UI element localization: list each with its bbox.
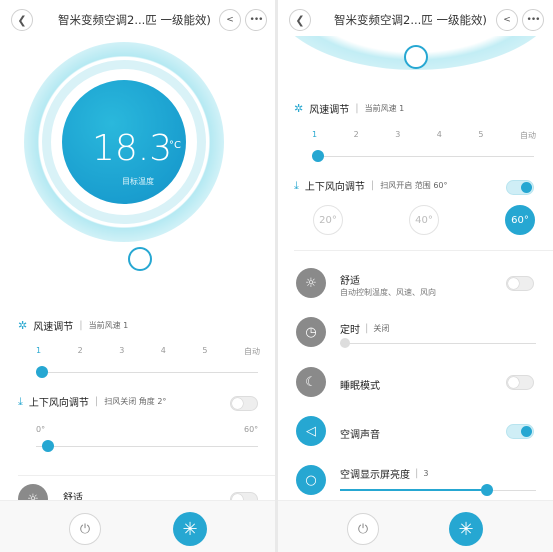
timer-label: 定时: [340, 325, 360, 336]
share-button[interactable]: <: [219, 9, 241, 31]
temperature-label: 目标温度: [122, 177, 154, 186]
fan-speed-track[interactable]: [312, 156, 534, 157]
fan-tick[interactable]: 2: [78, 346, 83, 357]
vane-title: 上下风向调节: [304, 182, 365, 193]
fan-icon: ✲: [294, 102, 304, 115]
page-title: 智米变频空调2...匹 一级能效): [58, 13, 211, 27]
vane-header: ⤓ 上下风向调节 | 扫风开启 范围 60°: [294, 178, 448, 194]
back-button[interactable]: ❮: [11, 9, 33, 31]
vane-angle-thumb[interactable]: [42, 440, 54, 452]
fan-tick[interactable]: 4: [161, 346, 166, 357]
vane-icon: ⤓: [18, 394, 23, 408]
fan-speed-header: ✲ 风速调节 | 当前风速 1: [294, 102, 405, 116]
fan-tick[interactable]: 1: [312, 130, 317, 141]
fan-tick[interactable]: 3: [119, 346, 124, 357]
fan-speed-subtitle: 当前风速 1: [364, 104, 405, 113]
fan-icon: ✲: [18, 319, 28, 332]
vane-icon: ⤓: [294, 178, 299, 192]
fan-tick[interactable]: 4: [437, 130, 442, 141]
timer-status: 关闭: [373, 324, 390, 333]
fan-tick[interactable]: 自动: [244, 346, 260, 357]
temperature-value: 18.3: [92, 128, 173, 169]
fan-speed-header: ✲ 风速调节 | 当前风速 1: [18, 319, 129, 333]
snowflake-icon: ✳: [182, 518, 198, 540]
fan-tick[interactable]: 2: [354, 130, 359, 141]
vane-subtitle: 扫风开启 范围 60°: [380, 181, 448, 190]
fan-tick[interactable]: 3: [395, 130, 400, 141]
sound-toggle[interactable]: [506, 424, 534, 439]
comfort-description: 自动控制温度、风速、风向: [340, 288, 436, 297]
bottom-bar: ⏻ ✳: [0, 500, 275, 552]
fan-speed-thumb[interactable]: [36, 366, 48, 378]
vane-subtitle: 扫风关闭 角度 2°: [104, 397, 167, 406]
power-icon: ⏻: [79, 521, 91, 537]
more-button[interactable]: •••: [522, 9, 544, 31]
angle-option-40[interactable]: 40°: [409, 205, 439, 235]
fan-tick[interactable]: 自动: [520, 130, 536, 141]
brightness-value: 3: [423, 469, 429, 478]
brightness-header: 空调显示屏亮度 | 3: [340, 468, 429, 481]
fan-speed-subtitle: 当前风速 1: [88, 321, 129, 330]
fan-speed-thumb[interactable]: [312, 150, 324, 162]
vane-min-label: 0°: [36, 425, 46, 434]
clock-icon: ◷: [296, 317, 326, 347]
cool-mode-button[interactable]: ✳: [173, 512, 207, 546]
temperature-unit: °C: [169, 140, 181, 151]
back-arrow-icon: ❮: [17, 13, 27, 27]
more-button[interactable]: •••: [245, 9, 267, 31]
sleep-mode-toggle[interactable]: [506, 375, 534, 390]
brightness-icon: ○: [296, 465, 326, 495]
power-icon: ⏻: [357, 521, 369, 537]
divider: [18, 475, 275, 476]
bottom-bar: ⏻ ✳: [278, 500, 553, 552]
fan-speed-title: 风速调节: [309, 105, 350, 116]
share-button[interactable]: <: [496, 9, 518, 31]
angle-option-60[interactable]: 60°: [505, 205, 535, 235]
fan-tick[interactable]: 5: [478, 130, 483, 141]
brightness-thumb[interactable]: [481, 484, 493, 496]
vane-max-label: 60°: [244, 425, 259, 434]
brightness-label: 空调显示屏亮度: [340, 470, 410, 481]
fan-speed-title: 风速调节: [33, 322, 74, 333]
power-button[interactable]: ⏻: [347, 513, 379, 545]
fan-tick[interactable]: 5: [202, 346, 207, 357]
vane-header: ⤓ 上下风向调节 | 扫风关闭 角度 2°: [18, 394, 167, 410]
moon-icon: ☾: [296, 367, 326, 397]
fan-tick[interactable]: 1: [36, 346, 41, 357]
fan-speed-ticks: 1 2 3 4 5 自动: [312, 130, 536, 141]
comfort-label: 舒适: [340, 276, 360, 287]
speaker-icon: ◁: [296, 416, 326, 446]
page-title: 智米变频空调2...匹 一级能效): [334, 13, 487, 27]
snowflake-icon: ✳: [458, 518, 474, 540]
swing-toggle[interactable]: [506, 180, 534, 195]
comfort-toggle[interactable]: [506, 276, 534, 291]
share-icon: <: [503, 15, 511, 25]
timer-thumb[interactable]: [340, 338, 350, 348]
swing-toggle[interactable]: [230, 396, 258, 411]
fan-speed-ticks: 1 2 3 4 5 自动: [36, 346, 260, 357]
back-button[interactable]: ❮: [289, 9, 311, 31]
left-screen: ❮ 智米变频空调2...匹 一级能效) < ••• 18.3 °C 目标温度 ✲…: [0, 0, 275, 552]
right-screen: ❮ 智米变频空调2...匹 一级能效) < ••• ✲ 风速调节 | 当前风速 …: [278, 0, 553, 552]
fan-speed-track[interactable]: [36, 372, 258, 373]
sound-label: 空调声音: [340, 430, 380, 441]
sleep-mode-label: 睡眠模式: [340, 381, 380, 392]
temperature-knob[interactable]: [404, 45, 428, 69]
timer-track[interactable]: [340, 343, 536, 344]
timer-header: 定时 | 关闭: [340, 323, 390, 336]
angle-option-20[interactable]: 20°: [313, 205, 343, 235]
power-button[interactable]: ⏻: [69, 513, 101, 545]
back-arrow-icon: ❮: [295, 13, 305, 27]
divider: [294, 250, 553, 251]
brightness-fill: [340, 489, 487, 491]
comfort-icon: ☼: [296, 268, 326, 298]
share-icon: <: [226, 15, 234, 25]
more-icon: •••: [249, 15, 264, 25]
more-icon: •••: [526, 15, 541, 25]
cool-mode-button[interactable]: ✳: [449, 512, 483, 546]
temperature-knob[interactable]: [128, 247, 152, 271]
vane-angle-track[interactable]: [36, 446, 258, 447]
vane-title: 上下风向调节: [28, 398, 89, 409]
